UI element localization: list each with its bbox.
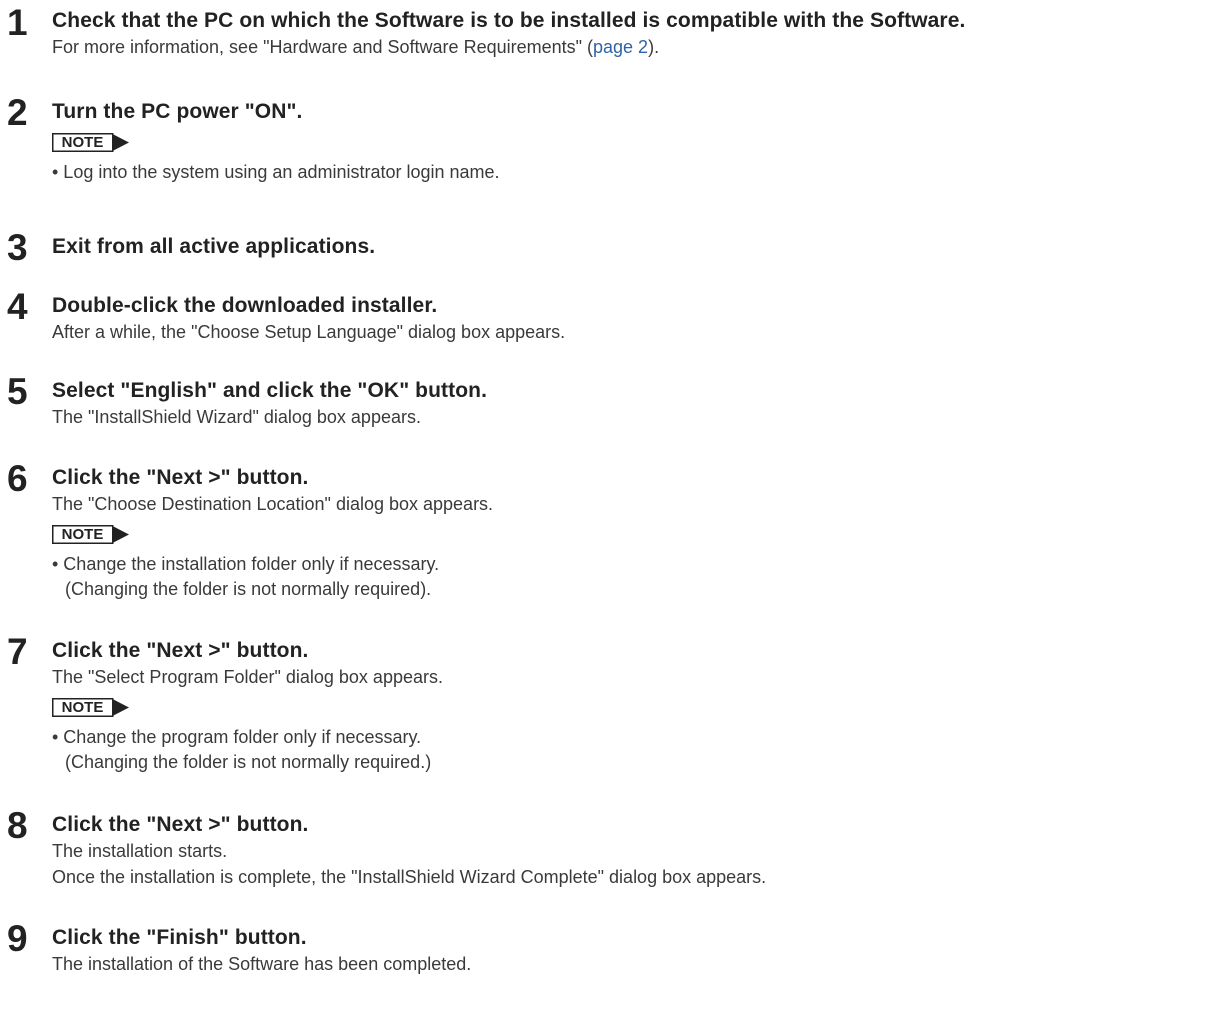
- step-number: 4: [7, 286, 28, 327]
- step-number: 2: [7, 92, 28, 133]
- step-heading: Exit from all active applications.: [52, 235, 376, 258]
- step-number: 9: [7, 918, 28, 959]
- note-line: • Change the program folder only if nece…: [52, 727, 422, 747]
- step-description: After a while, the "Choose Setup Languag…: [52, 322, 566, 342]
- page-link[interactable]: page 2: [593, 37, 648, 57]
- note-line: • Change the installation folder only if…: [52, 554, 440, 574]
- step-heading: Click the "Finish" button.: [52, 926, 307, 949]
- step-description: The installation of the Software has bee…: [52, 954, 472, 974]
- note-badge: NOTE: [52, 133, 130, 155]
- note-label: NOTE: [61, 134, 104, 151]
- step-heading: Click the "Next >" button.: [52, 466, 309, 489]
- step-number: 5: [7, 371, 28, 412]
- note-label: NOTE: [61, 526, 104, 543]
- step-description: The "InstallShield Wizard" dialog box ap…: [52, 407, 421, 427]
- step-number: 7: [7, 631, 28, 672]
- step-heading: Select "English" and click the "OK" butt…: [52, 379, 488, 402]
- step-number: 6: [7, 458, 28, 499]
- step-description: The "Choose Destination Location" dialog…: [52, 494, 494, 514]
- step-description: For more information, see "Hardware and …: [52, 37, 660, 57]
- step-heading: Turn the PC power "ON".: [52, 100, 303, 123]
- note-badge: NOTE: [52, 525, 130, 547]
- step-description: The installation starts.: [52, 841, 228, 861]
- step-number: 3: [7, 227, 28, 268]
- step-number: 8: [7, 805, 28, 846]
- step-heading: Double-click the downloaded installer.: [52, 294, 438, 317]
- note-badge: NOTE: [52, 698, 130, 720]
- note-line: (Changing the folder is not normally req…: [65, 579, 432, 599]
- step-heading: Click the "Next >" button.: [52, 639, 309, 662]
- note-label: NOTE: [61, 699, 104, 716]
- step-heading: Check that the PC on which the Software …: [52, 9, 966, 32]
- note-line: • Log into the system using an administr…: [52, 162, 500, 182]
- note-line: (Changing the folder is not normally req…: [65, 752, 432, 772]
- step-description: The "Select Program Folder" dialog box a…: [52, 667, 443, 687]
- step-heading: Click the "Next >" button.: [52, 813, 309, 836]
- step-number: 1: [7, 2, 28, 43]
- step-description: Once the installation is complete, the "…: [52, 867, 767, 887]
